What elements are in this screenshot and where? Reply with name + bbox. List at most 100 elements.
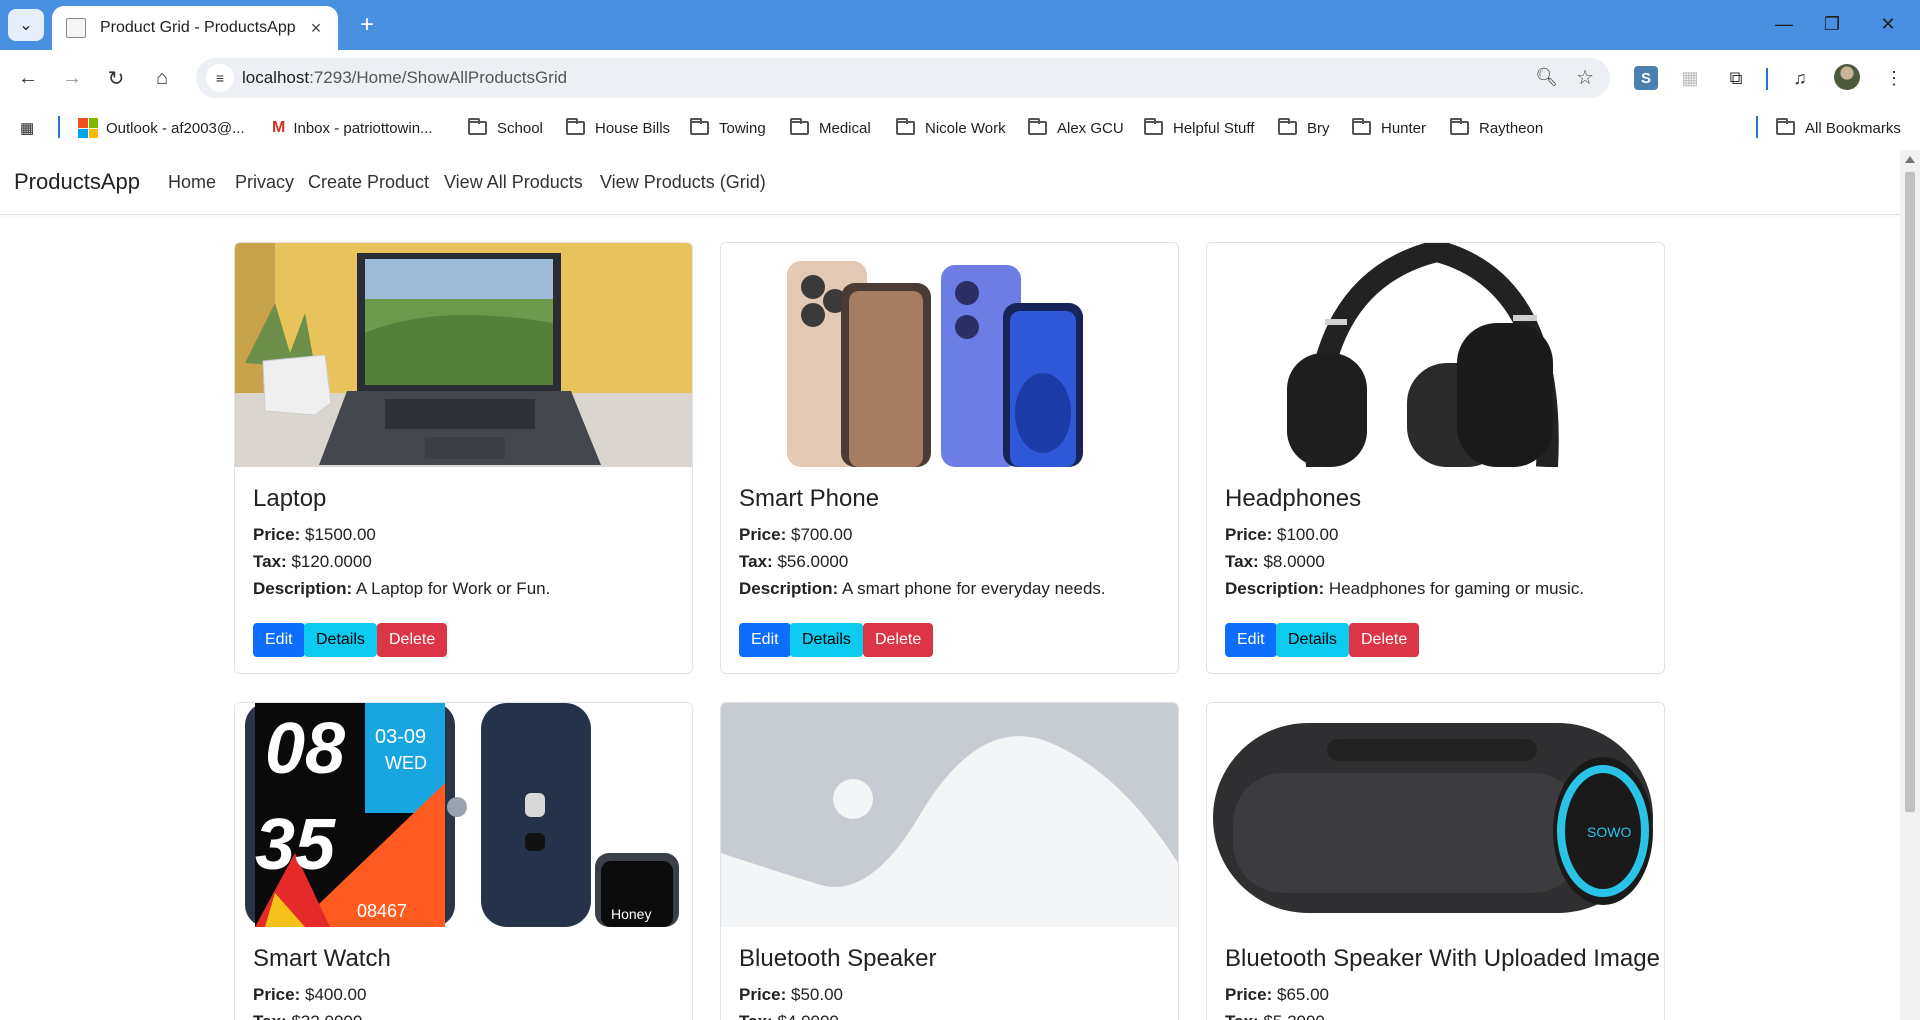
new-tab-icon[interactable]: + [352, 10, 382, 40]
product-image-speaker: SOWO [1207, 703, 1664, 927]
tab-search-button[interactable]: ⌄ [8, 9, 44, 41]
scroll-up-icon[interactable] [1905, 156, 1915, 163]
reload-icon[interactable]: ↻ [100, 62, 132, 94]
scrollbar-thumb[interactable] [1905, 172, 1915, 812]
active-tab[interactable]: Product Grid - ProductsApp × [52, 6, 338, 50]
bookmark-star-icon[interactable]: ☆ [1576, 65, 1594, 90]
folder-icon [1352, 118, 1371, 135]
close-window-icon[interactable]: ✕ [1864, 8, 1912, 40]
extensions-puzzle-icon[interactable]: ⧉ [1722, 64, 1750, 92]
details-button[interactable]: Details [790, 623, 863, 657]
product-image-phone [721, 243, 1178, 467]
product-tax: Tax: $32.0000 [253, 1012, 362, 1020]
svg-text:08: 08 [265, 709, 345, 789]
site-info-icon[interactable]: ≡ [206, 64, 234, 92]
back-icon[interactable]: ← [12, 62, 44, 94]
bookmark-folder-towing[interactable]: Towing [690, 116, 766, 140]
nav-privacy[interactable]: Privacy [235, 172, 294, 193]
svg-text:08467: 08467 [357, 901, 407, 921]
bookmark-folder-house-bills[interactable]: House Bills [566, 116, 670, 140]
product-card: 08 35 03-09 WED 08467 Honey Smart Watch … [234, 702, 693, 1020]
svg-text:03-09: 03-09 [375, 726, 426, 748]
folder-icon [1028, 118, 1047, 135]
product-description: Description: A Laptop for Work or Fun. [253, 579, 551, 598]
tab-title: Product Grid - ProductsApp [100, 19, 296, 36]
svg-text:SOWO: SOWO [1587, 824, 1631, 840]
folder-icon [896, 118, 915, 135]
folder-icon [1278, 118, 1297, 135]
product-image-watch: 08 35 03-09 WED 08467 Honey [235, 703, 692, 927]
product-price: Price: $100.00 [1225, 525, 1339, 544]
nav-create-product[interactable]: Create Product [308, 172, 429, 193]
product-name: Bluetooth Speaker With Uploaded Image [1225, 945, 1660, 972]
bookmark-folder-nicole-work[interactable]: Nicole Work [896, 116, 1006, 140]
folder-icon [468, 118, 487, 135]
media-control-icon[interactable]: ♫ [1786, 64, 1814, 92]
product-name: Smart Phone [739, 485, 880, 512]
edit-button[interactable]: Edit [253, 623, 305, 657]
product-tax: Tax: $56.0000 [739, 552, 849, 571]
page-scrollbar[interactable] [1900, 150, 1920, 1020]
nav-view-products-grid[interactable]: View Products (Grid) [600, 172, 766, 193]
close-tab-icon[interactable]: × [304, 18, 328, 39]
product-card: Headphones Price: $100.00 Tax: $8.0000 D… [1206, 242, 1665, 674]
tab-strip: ⌄ Product Grid - ProductsApp × + — ❐ ✕ [0, 0, 1920, 50]
product-tax: Tax: $4.0000 [739, 1012, 839, 1020]
apps-grid-icon[interactable]: ▦ [20, 116, 34, 140]
product-price: Price: $50.00 [739, 985, 843, 1004]
product-price: Price: $400.00 [253, 985, 367, 1004]
bookmark-gmail[interactable]: M Inbox - patriottowin... [272, 116, 433, 140]
folder-icon [1144, 118, 1163, 135]
product-name: Laptop [253, 485, 327, 512]
toolbar-divider [1766, 68, 1768, 90]
all-bookmarks-button[interactable]: All Bookmarks [1776, 116, 1901, 140]
bookmark-folder-medical[interactable]: Medical [790, 116, 871, 140]
app-brand[interactable]: ProductsApp [14, 169, 140, 195]
product-tax: Tax: $8.0000 [1225, 552, 1325, 571]
extension-s-icon[interactable]: S [1634, 66, 1658, 90]
nav-home[interactable]: Home [168, 172, 216, 193]
product-price: Price: $1500.00 [253, 525, 376, 544]
extension-disabled-icon[interactable]: ▦ [1676, 64, 1704, 92]
minimize-icon[interactable]: — [1760, 8, 1808, 40]
product-name: Headphones [1225, 485, 1362, 512]
bookmark-folder-raytheon[interactable]: Raytheon [1450, 116, 1543, 140]
delete-button[interactable]: Delete [377, 623, 448, 657]
forward-icon[interactable]: → [56, 62, 88, 94]
folder-icon [690, 118, 709, 135]
details-button[interactable]: Details [304, 623, 377, 657]
bookmark-folder-bry[interactable]: Bry [1278, 116, 1330, 140]
edit-button[interactable]: Edit [739, 623, 791, 657]
nav-view-all-products[interactable]: View All Products [444, 172, 583, 193]
product-tax: Tax: $5.2000 [1225, 1012, 1325, 1020]
folder-icon [1450, 118, 1469, 135]
gmail-icon: M [272, 119, 286, 136]
home-icon[interactable]: ⌂ [146, 62, 178, 94]
bookmark-folder-school[interactable]: School [468, 116, 543, 140]
address-bar[interactable]: ≡ localhost:7293/Home/ShowAllProductsGri… [196, 58, 1610, 98]
restore-icon[interactable]: ❐ [1808, 8, 1856, 40]
page-content: ProductsApp Home Privacy Create Product … [0, 150, 1900, 1020]
details-button[interactable]: Details [1276, 623, 1349, 657]
bookmark-outlook[interactable]: Outlook - af2003@... [78, 116, 245, 140]
svg-text:WED: WED [385, 753, 427, 773]
product-description: Description: A smart phone for everyday … [739, 579, 1106, 598]
bookmark-folder-helpful-stuff[interactable]: Helpful Stuff [1144, 116, 1254, 140]
zoom-icon[interactable]: 🔍︎ [1535, 67, 1558, 88]
edit-button[interactable]: Edit [1225, 623, 1277, 657]
product-card: Smart Phone Price: $700.00 Tax: $56.0000… [720, 242, 1179, 674]
bookmark-folder-hunter[interactable]: Hunter [1352, 116, 1426, 140]
menu-kebab-icon[interactable]: ⋮ [1880, 64, 1908, 92]
url-text: localhost:7293/Home/ShowAllProductsGrid [242, 68, 568, 87]
bookmarks-bar: ▦ Outlook - af2003@... M Inbox - patriot… [0, 106, 1920, 150]
bookmark-folder-alex-gcu[interactable]: Alex GCU [1028, 116, 1124, 140]
svg-text:35: 35 [255, 805, 336, 885]
product-card: Laptop Price: $1500.00 Tax: $120.0000 De… [234, 242, 693, 674]
product-price: Price: $65.00 [1225, 985, 1329, 1004]
delete-button[interactable]: Delete [1349, 623, 1420, 657]
product-name: Smart Watch [253, 945, 391, 972]
bookmarks-divider [58, 116, 60, 138]
profile-avatar[interactable] [1834, 64, 1860, 90]
delete-button[interactable]: Delete [863, 623, 934, 657]
bookmarks-divider [1756, 116, 1758, 138]
